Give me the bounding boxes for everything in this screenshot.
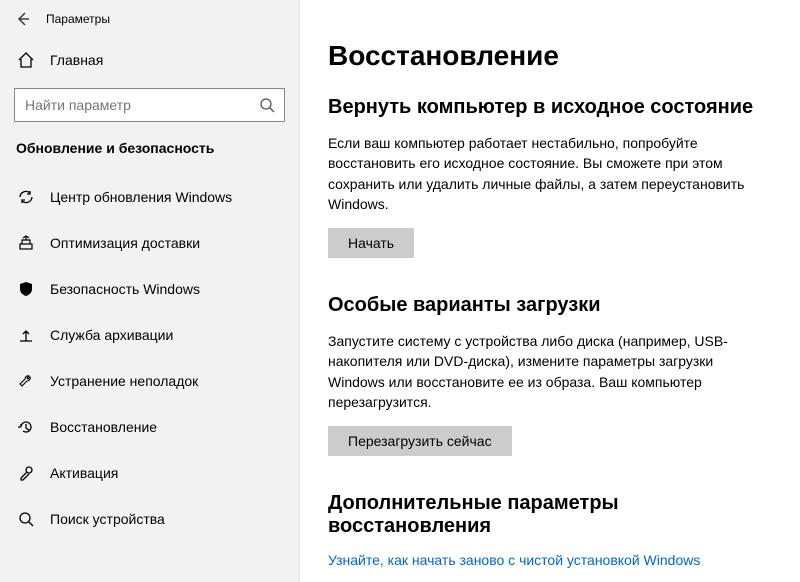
section-reset-pc: Вернуть компьютер в исходное состояние Е… <box>328 96 780 258</box>
page-title: Восстановление <box>328 40 780 72</box>
sidebar-nav: Центр обновления Windows Оптимизация дос… <box>0 174 299 542</box>
home-label: Главная <box>50 52 103 68</box>
activation-icon <box>16 464 36 482</box>
section-more-recovery-options: Дополнительные параметры восстановления … <box>328 492 780 568</box>
arrow-left-icon <box>15 11 31 27</box>
sidebar-item-recovery[interactable]: Восстановление <box>0 404 299 450</box>
sidebar-item-find-my-device[interactable]: Поиск устройства <box>0 496 299 542</box>
sync-icon <box>16 188 36 206</box>
section-body: Запустите систему с устройства либо диск… <box>328 331 768 412</box>
recovery-icon <box>16 418 36 436</box>
search-input[interactable] <box>15 97 250 113</box>
section-heading: Вернуть компьютер в исходное состояние <box>328 96 780 119</box>
sidebar-item-label: Поиск устройства <box>50 511 165 527</box>
sidebar-item-label: Активация <box>50 465 118 481</box>
home-icon <box>16 51 36 69</box>
sidebar-item-troubleshoot[interactable]: Устранение неполадок <box>0 358 299 404</box>
titlebar: Параметры <box>0 0 299 38</box>
sidebar-group-header: Обновление и безопасность <box>0 136 299 174</box>
restart-now-button[interactable]: Перезагрузить сейчас <box>328 426 512 456</box>
findmydevice-icon <box>16 510 36 528</box>
reset-start-button[interactable]: Начать <box>328 228 414 258</box>
back-button[interactable] <box>6 2 40 36</box>
sidebar-item-label: Восстановление <box>50 419 157 435</box>
fresh-start-link[interactable]: Узнайте, как начать заново с чистой уста… <box>328 552 780 568</box>
sidebar-item-activation[interactable]: Активация <box>0 450 299 496</box>
shield-icon <box>16 280 36 298</box>
content-pane: Восстановление Вернуть компьютер в исход… <box>300 0 800 582</box>
search-box[interactable] <box>14 88 285 122</box>
sidebar: Параметры Главная Обновление и безопасно… <box>0 0 300 582</box>
sidebar-item-home[interactable]: Главная <box>0 38 299 82</box>
troubleshoot-icon <box>16 372 36 390</box>
backup-icon <box>16 326 36 344</box>
sidebar-item-label: Безопасность Windows <box>50 281 200 297</box>
sidebar-item-label: Центр обновления Windows <box>50 189 232 205</box>
search-icon <box>250 97 284 113</box>
section-heading: Особые варианты загрузки <box>328 294 780 317</box>
sidebar-item-windows-security[interactable]: Безопасность Windows <box>0 266 299 312</box>
sidebar-item-delivery-optimization[interactable]: Оптимизация доставки <box>0 220 299 266</box>
sidebar-item-windows-update[interactable]: Центр обновления Windows <box>0 174 299 220</box>
sidebar-item-label: Оптимизация доставки <box>50 235 200 251</box>
sidebar-item-backup[interactable]: Служба архивации <box>0 312 299 358</box>
section-body: Если ваш компьютер работает нестабильно,… <box>328 133 768 214</box>
window-title: Параметры <box>46 12 110 26</box>
sidebar-item-label: Служба архивации <box>50 327 173 343</box>
section-heading: Дополнительные параметры восстановления <box>328 492 780 538</box>
delivery-icon <box>16 234 36 252</box>
sidebar-item-label: Устранение неполадок <box>50 373 198 389</box>
section-advanced-startup: Особые варианты загрузки Запустите систе… <box>328 294 780 456</box>
